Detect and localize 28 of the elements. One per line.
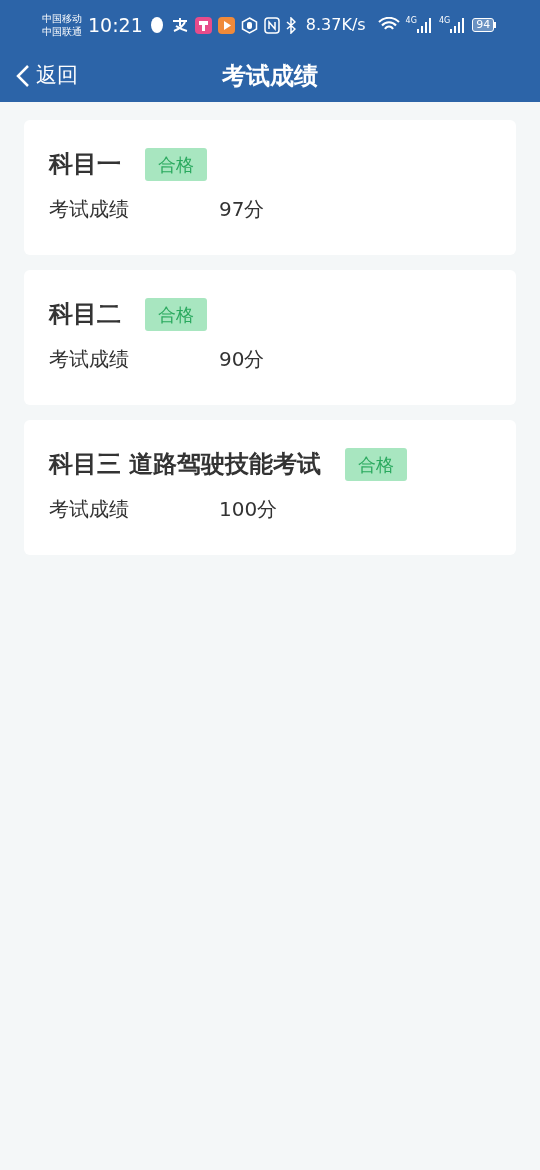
signal-icon — [450, 17, 467, 33]
network-type: 4G — [405, 17, 417, 25]
bluetooth-icon — [285, 16, 296, 34]
score-value: 100分 — [219, 496, 278, 523]
battery-icon: 94 — [472, 18, 497, 32]
network-speed: 8.37K/s — [305, 14, 366, 36]
score-value: 90分 — [219, 346, 265, 373]
back-icon — [16, 64, 30, 88]
subject-title: 科目三 道路驾驶技能考试 — [49, 449, 322, 480]
app-icon — [194, 16, 212, 34]
subject-title: 科目一 — [49, 149, 121, 180]
play-icon — [217, 16, 235, 34]
carrier-name: 中国联通 — [42, 25, 82, 38]
score-label: 考试成绩 — [49, 346, 130, 373]
subject-title: 科目二 — [49, 299, 121, 330]
signal-icon — [416, 17, 433, 33]
nfc-icon — [263, 16, 280, 34]
page-title: 考试成绩 — [222, 61, 318, 92]
back-button[interactable]: 返回 — [0, 60, 78, 92]
network-type: 4G — [438, 17, 451, 25]
score-label: 考试成绩 — [49, 196, 130, 223]
score-value: 97分 — [219, 196, 265, 223]
carrier-name: 中国移动 — [42, 12, 82, 25]
clock-time: 10:21 — [88, 12, 143, 38]
pass-badge: 合格 — [145, 297, 207, 331]
score-label: 考试成绩 — [49, 496, 130, 523]
pass-badge: 合格 — [145, 147, 207, 181]
pass-badge: 合格 — [345, 447, 408, 481]
